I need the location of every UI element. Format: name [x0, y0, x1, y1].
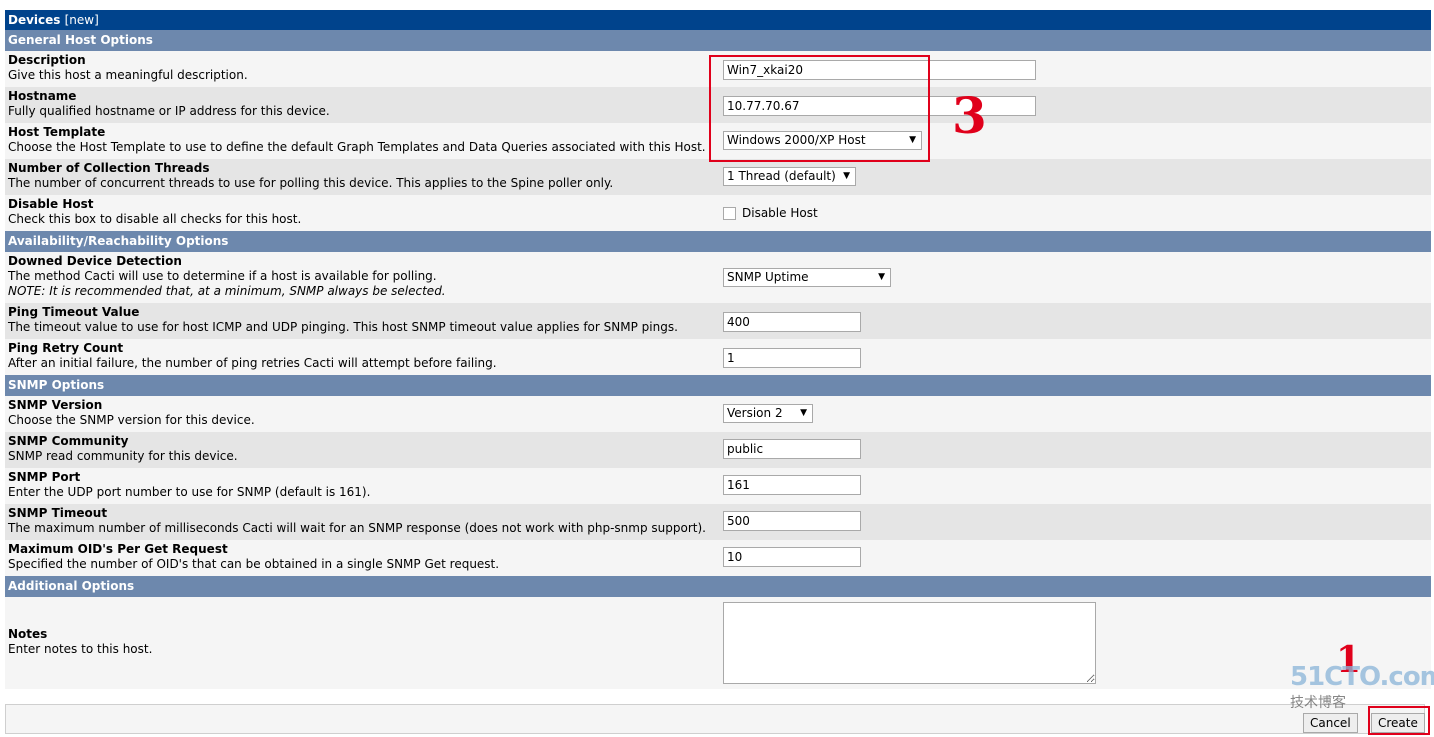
- row-description: Description Give this host a meaningful d…: [5, 51, 1431, 87]
- downed-detection-desc: The method Cacti will use to determine i…: [8, 269, 437, 283]
- row-ping-retry: Ping Retry Count After an initial failure…: [5, 339, 1431, 375]
- host-template-select[interactable]: Windows 2000/XP Host ▼: [723, 131, 922, 150]
- max-oids-desc: Specified the number of OID's that can b…: [8, 557, 500, 571]
- max-oids-input[interactable]: [723, 547, 861, 567]
- row-snmp-version: SNMP Version Choose the SNMP version for …: [5, 396, 1431, 432]
- description-input[interactable]: [723, 60, 1036, 80]
- page-title-suffix: [new]: [64, 13, 99, 27]
- host-template-title: Host Template: [8, 125, 106, 139]
- notes-textarea[interactable]: [723, 602, 1096, 684]
- row-snmp-port: SNMP Port Enter the UDP port number to us…: [5, 468, 1431, 504]
- section-general: General Host Options: [5, 30, 1431, 51]
- threads-value: 1 Thread (default): [727, 169, 836, 183]
- description-title: Description: [8, 53, 86, 67]
- host-template-value: Windows 2000/XP Host: [727, 133, 866, 147]
- page-title: Devices [new]: [5, 10, 1431, 30]
- row-threads: Number of Collection Threads The number o…: [5, 159, 1431, 195]
- create-button[interactable]: Create: [1371, 713, 1425, 733]
- ping-timeout-input[interactable]: [723, 312, 861, 332]
- row-max-oids: Maximum OID's Per Get Request Specified t…: [5, 540, 1431, 576]
- threads-desc: The number of concurrent threads to use …: [8, 176, 614, 190]
- row-snmp-community: SNMP Community SNMP read community for th…: [5, 432, 1431, 468]
- downed-detection-select[interactable]: SNMP Uptime ▼: [723, 268, 891, 287]
- downed-detection-note: NOTE: It is recommended that, at a minim…: [8, 284, 446, 298]
- host-template-desc: Choose the Host Template to use to defin…: [8, 140, 706, 154]
- snmp-version-value: Version 2: [727, 406, 783, 420]
- disable-host-checkbox-label: Disable Host: [742, 206, 818, 220]
- disable-host-desc: Check this box to disable all checks for…: [8, 212, 302, 226]
- max-oids-title: Maximum OID's Per Get Request: [8, 542, 228, 556]
- dropdown-arrow-icon: ▼: [800, 408, 807, 418]
- ping-retry-title: Ping Retry Count: [8, 341, 124, 355]
- threads-select[interactable]: 1 Thread (default) ▼: [723, 167, 856, 186]
- dropdown-arrow-icon: ▼: [843, 171, 850, 181]
- row-notes: Notes Enter notes to this host.: [5, 597, 1431, 689]
- snmp-timeout-input[interactable]: [723, 511, 861, 531]
- row-downed-detection: Downed Device Detection The method Cacti …: [5, 252, 1431, 303]
- disable-host-title: Disable Host: [8, 197, 94, 211]
- snmp-community-desc: SNMP read community for this device.: [8, 449, 238, 463]
- snmp-port-input[interactable]: [723, 475, 861, 495]
- dropdown-arrow-icon: ▼: [878, 272, 885, 282]
- snmp-version-title: SNMP Version: [8, 398, 103, 412]
- row-ping-timeout: Ping Timeout Value The timeout value to u…: [5, 303, 1431, 339]
- row-host-template: Host Template Choose the Host Template to…: [5, 123, 1431, 159]
- row-snmp-timeout: SNMP Timeout The maximum number of millis…: [5, 504, 1431, 540]
- ping-retry-input[interactable]: [723, 348, 861, 368]
- device-form: Devices [new] General Host Options Descr…: [5, 10, 1431, 689]
- cancel-button[interactable]: Cancel: [1303, 713, 1358, 733]
- dropdown-arrow-icon: ▼: [909, 135, 916, 145]
- ping-timeout-desc: The timeout value to use for host ICMP a…: [8, 320, 678, 334]
- downed-detection-value: SNMP Uptime: [727, 270, 809, 284]
- snmp-community-title: SNMP Community: [8, 434, 129, 448]
- section-additional: Additional Options: [5, 576, 1431, 597]
- snmp-version-select[interactable]: Version 2 ▼: [723, 404, 813, 423]
- snmp-timeout-desc: The maximum number of milliseconds Cacti…: [8, 521, 706, 535]
- ping-timeout-title: Ping Timeout Value: [8, 305, 140, 319]
- ping-retry-desc: After an initial failure, the number of …: [8, 356, 497, 370]
- description-desc: Give this host a meaningful description.: [8, 68, 248, 82]
- threads-title: Number of Collection Threads: [8, 161, 210, 175]
- hostname-title: Hostname: [8, 89, 77, 103]
- snmp-community-input[interactable]: [723, 439, 861, 459]
- disable-host-checkbox-group[interactable]: Disable Host: [723, 206, 818, 220]
- save-bar: Cancel Create: [5, 704, 1425, 734]
- row-disable-host: Disable Host Check this box to disable al…: [5, 195, 1431, 231]
- hostname-input[interactable]: [723, 96, 1036, 116]
- downed-detection-title: Downed Device Detection: [8, 254, 182, 268]
- hostname-desc: Fully qualified hostname or IP address f…: [8, 104, 330, 118]
- page-title-text: Devices: [8, 13, 61, 27]
- snmp-timeout-title: SNMP Timeout: [8, 506, 108, 520]
- disable-host-checkbox[interactable]: [723, 206, 736, 220]
- row-hostname: Hostname Fully qualified hostname or IP a…: [5, 87, 1431, 123]
- snmp-version-desc: Choose the SNMP version for this device.: [8, 413, 255, 427]
- section-snmp: SNMP Options: [5, 375, 1431, 396]
- notes-title: Notes: [8, 627, 48, 641]
- snmp-port-title: SNMP Port: [8, 470, 81, 484]
- section-availability: Availability/Reachability Options: [5, 231, 1431, 252]
- snmp-port-desc: Enter the UDP port number to use for SNM…: [8, 485, 371, 499]
- notes-desc: Enter notes to this host.: [8, 642, 153, 656]
